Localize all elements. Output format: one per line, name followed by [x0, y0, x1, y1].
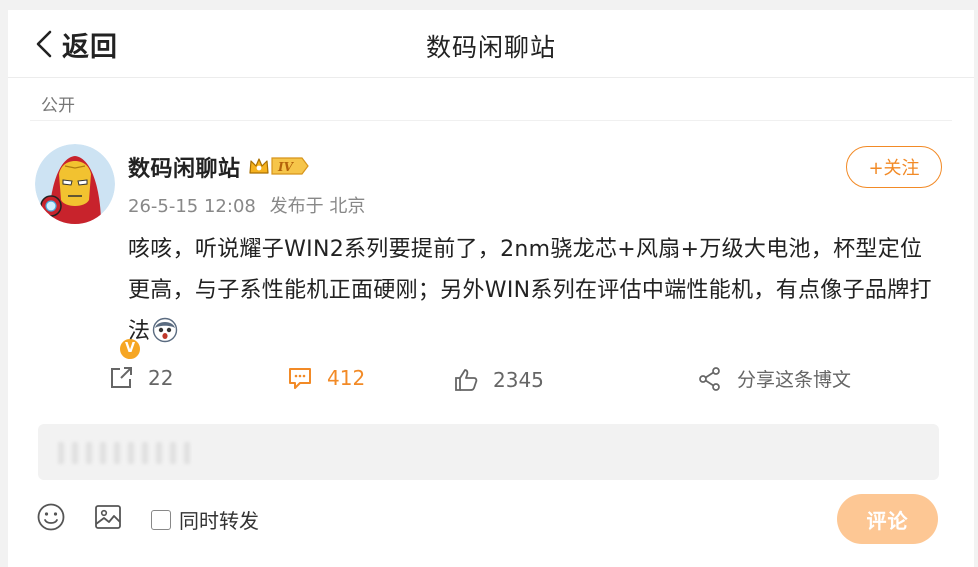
share-icon	[699, 366, 720, 391]
submit-comment-button[interactable]: 评论	[837, 494, 938, 544]
avatar[interactable]: V	[35, 144, 142, 361]
like-count: 2345	[493, 368, 544, 392]
thumbs-up-icon	[455, 369, 478, 391]
comment-icon	[289, 368, 311, 389]
comment-button[interactable]: 412	[287, 365, 365, 391]
smiley-icon	[37, 503, 65, 531]
same-time-repost-toggle[interactable]: 同时转发	[151, 505, 259, 534]
share-button[interactable]: 分享这条博文	[697, 365, 851, 392]
like-button[interactable]: 2345	[453, 367, 544, 393]
crown-icon	[249, 158, 269, 174]
post-text: 咳咳，听说耀子WIN2系列要提前了，2nm骁龙芯+风扇+万级大电池，杯型定位更高…	[128, 237, 932, 344]
post-source: 发布于 北京	[269, 196, 366, 217]
page-title: 数码闲聊站	[425, 33, 556, 62]
follow-button[interactable]: +关注	[846, 146, 942, 188]
same-time-repost-checkbox[interactable]	[151, 509, 171, 530]
image-icon	[95, 505, 121, 529]
level-badge-text: IV	[277, 160, 295, 174]
share-label: 分享这条博文	[737, 369, 852, 391]
visibility-label: 公开	[41, 96, 75, 116]
repost-icon	[111, 367, 132, 388]
post-content: 咳咳，听说耀子WIN2系列要提前了，2nm骁龙芯+风扇+万级大电池，杯型定位更高…	[128, 229, 938, 352]
iron-man-avatar-icon	[35, 144, 115, 224]
surprised-face-emoji-icon	[153, 317, 178, 343]
action-bar: 22 412 2345 分享这条博文	[8, 360, 974, 406]
divider	[30, 120, 952, 121]
image-upload-button[interactable]	[93, 502, 123, 536]
blurred-placeholder	[58, 442, 192, 464]
repost-button[interactable]: 22	[108, 365, 173, 391]
level-badge[interactable]: IV	[248, 153, 310, 179]
author-name[interactable]: 数码闲聊站	[128, 151, 241, 183]
comment-composer: 同时转发 评论	[8, 408, 974, 567]
same-time-repost-label: 同时转发	[179, 509, 259, 533]
emoji-picker-button[interactable]	[36, 502, 66, 536]
repost-count: 22	[148, 366, 174, 390]
level-tag-icon: IV	[271, 157, 309, 175]
timestamp: 26-5-15 12:08	[128, 196, 256, 217]
post-meta: 26-5-15 12:08 发布于 北京	[128, 192, 365, 218]
comment-count: 412	[327, 366, 366, 390]
top-bar: 返回 数码闲聊站	[8, 10, 974, 78]
post-detail-card: 返回 数码闲聊站 公开 V 数码闲聊站 IV 26-5-15 12:08 发布于…	[8, 10, 974, 567]
